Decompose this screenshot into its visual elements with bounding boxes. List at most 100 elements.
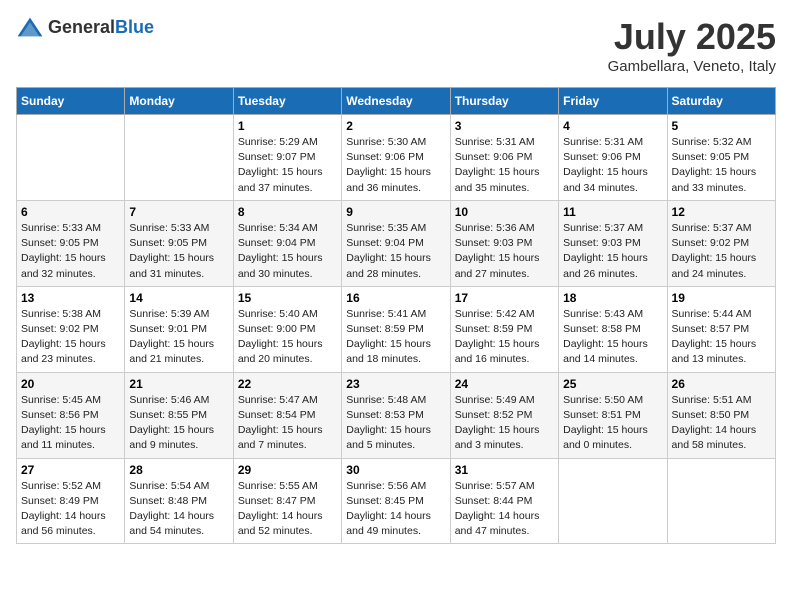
- column-header-thursday: Thursday: [450, 88, 558, 115]
- calendar-cell: 22Sunrise: 5:47 AM Sunset: 8:54 PM Dayli…: [233, 372, 341, 458]
- column-header-monday: Monday: [125, 88, 233, 115]
- calendar-cell: 26 Sunrise: 5:51 AM Sunset: 8:50 PM Dayli…: [667, 372, 775, 458]
- day-number: 12: [672, 205, 771, 219]
- calendar-cell: 7Sunrise: 5:33 AM Sunset: 9:05 PM Daylig…: [125, 200, 233, 286]
- day-detail: Sunrise: 5:32 AM Sunset: 9:05 PM Dayligh…: [672, 135, 771, 196]
- calendar-cell: [667, 458, 775, 544]
- calendar-cell: 18Sunrise: 5:43 AM Sunset: 8:58 PM Dayli…: [559, 286, 667, 372]
- day-number: 10: [455, 205, 554, 219]
- calendar-cell: 19Sunrise: 5:44 AM Sunset: 8:57 PM Dayli…: [667, 286, 775, 372]
- day-detail: Sunrise: 5:54 AM Sunset: 8:48 PM Dayligh…: [129, 479, 228, 540]
- day-detail: Sunrise: 5:43 AM Sunset: 8:58 PM Dayligh…: [563, 307, 662, 368]
- day-detail: Sunrise: 5:57 AM Sunset: 8:44 PM Dayligh…: [455, 479, 554, 540]
- calendar-cell: 21 Sunrise: 5:46 AM Sunset: 8:55 PM Dayli…: [125, 372, 233, 458]
- day-number: 11: [563, 205, 662, 219]
- day-detail: Sunrise: 5:55 AM Sunset: 8:47 PM Dayligh…: [238, 479, 337, 540]
- day-number: 24: [455, 377, 554, 391]
- day-detail: Sunrise: 5:48 AM Sunset: 8:53 PM Dayligh…: [346, 393, 445, 454]
- calendar-cell: 30 Sunrise: 5:56 AM Sunset: 8:45 PM Dayli…: [342, 458, 450, 544]
- logo-icon: [16, 16, 44, 38]
- day-number: 27: [21, 463, 120, 477]
- calendar-cell: 31 Sunrise: 5:57 AM Sunset: 8:44 PM Dayli…: [450, 458, 558, 544]
- calendar-table: SundayMondayTuesdayWednesdayThursdayFrid…: [16, 87, 776, 544]
- column-header-friday: Friday: [559, 88, 667, 115]
- day-detail: Sunrise: 5:35 AM Sunset: 9:04 PM Dayligh…: [346, 221, 445, 282]
- calendar-cell: 13Sunrise: 5:38 AM Sunset: 9:02 PM Dayli…: [17, 286, 125, 372]
- calendar-cell: 23 Sunrise: 5:48 AM Sunset: 8:53 PM Dayli…: [342, 372, 450, 458]
- day-detail: Sunrise: 5:29 AM Sunset: 9:07 PM Dayligh…: [238, 135, 337, 196]
- calendar-cell: 11 Sunrise: 5:37 AM Sunset: 9:03 PM Dayli…: [559, 200, 667, 286]
- calendar-cell: 17Sunrise: 5:42 AM Sunset: 8:59 PM Dayli…: [450, 286, 558, 372]
- day-number: 21: [129, 377, 228, 391]
- calendar-body: 1 Sunrise: 5:29 AM Sunset: 9:07 PM Daylig…: [17, 115, 776, 544]
- logo: GeneralBlue: [16, 16, 154, 38]
- calendar-cell: 10 Sunrise: 5:36 AM Sunset: 9:03 PM Dayli…: [450, 200, 558, 286]
- day-detail: Sunrise: 5:41 AM Sunset: 8:59 PM Dayligh…: [346, 307, 445, 368]
- calendar-cell: 24Sunrise: 5:49 AM Sunset: 8:52 PM Dayli…: [450, 372, 558, 458]
- day-number: 3: [455, 119, 554, 133]
- day-number: 14: [129, 291, 228, 305]
- day-detail: Sunrise: 5:37 AM Sunset: 9:03 PM Dayligh…: [563, 221, 662, 282]
- day-detail: Sunrise: 5:37 AM Sunset: 9:02 PM Dayligh…: [672, 221, 771, 282]
- day-detail: Sunrise: 5:36 AM Sunset: 9:03 PM Dayligh…: [455, 221, 554, 282]
- calendar-cell: 14 Sunrise: 5:39 AM Sunset: 9:01 PM Dayli…: [125, 286, 233, 372]
- day-number: 16: [346, 291, 445, 305]
- column-header-sunday: Sunday: [17, 88, 125, 115]
- calendar-cell: 28 Sunrise: 5:54 AM Sunset: 8:48 PM Dayli…: [125, 458, 233, 544]
- day-number: 9: [346, 205, 445, 219]
- calendar-cell: 1 Sunrise: 5:29 AM Sunset: 9:07 PM Daylig…: [233, 115, 341, 201]
- calendar-cell: 27 Sunrise: 5:52 AM Sunset: 8:49 PM Dayli…: [17, 458, 125, 544]
- calendar-cell: 20Sunrise: 5:45 AM Sunset: 8:56 PM Dayli…: [17, 372, 125, 458]
- day-number: 6: [21, 205, 120, 219]
- calendar-cell: 4Sunrise: 5:31 AM Sunset: 9:06 PM Daylig…: [559, 115, 667, 201]
- calendar-cell: 25Sunrise: 5:50 AM Sunset: 8:51 PM Dayli…: [559, 372, 667, 458]
- day-detail: Sunrise: 5:51 AM Sunset: 8:50 PM Dayligh…: [672, 393, 771, 454]
- column-header-wednesday: Wednesday: [342, 88, 450, 115]
- day-number: 17: [455, 291, 554, 305]
- day-detail: Sunrise: 5:31 AM Sunset: 9:06 PM Dayligh…: [455, 135, 554, 196]
- logo-blue-text: Blue: [115, 17, 154, 37]
- week-row-1: 1 Sunrise: 5:29 AM Sunset: 9:07 PM Daylig…: [17, 115, 776, 201]
- day-number: 8: [238, 205, 337, 219]
- day-detail: Sunrise: 5:50 AM Sunset: 8:51 PM Dayligh…: [563, 393, 662, 454]
- day-number: 4: [563, 119, 662, 133]
- day-number: 1: [238, 119, 337, 133]
- day-detail: Sunrise: 5:30 AM Sunset: 9:06 PM Dayligh…: [346, 135, 445, 196]
- week-row-2: 6Sunrise: 5:33 AM Sunset: 9:05 PM Daylig…: [17, 200, 776, 286]
- calendar-cell: [17, 115, 125, 201]
- day-number: 15: [238, 291, 337, 305]
- calendar-cell: 16 Sunrise: 5:41 AM Sunset: 8:59 PM Dayli…: [342, 286, 450, 372]
- day-number: 23: [346, 377, 445, 391]
- calendar-cell: [125, 115, 233, 201]
- column-header-tuesday: Tuesday: [233, 88, 341, 115]
- day-detail: Sunrise: 5:46 AM Sunset: 8:55 PM Dayligh…: [129, 393, 228, 454]
- title-block: July 2025 Gambellara, Veneto, Italy: [608, 16, 776, 75]
- calendar-cell: 2Sunrise: 5:30 AM Sunset: 9:06 PM Daylig…: [342, 115, 450, 201]
- day-number: 22: [238, 377, 337, 391]
- calendar-cell: 3 Sunrise: 5:31 AM Sunset: 9:06 PM Daylig…: [450, 115, 558, 201]
- week-row-3: 13Sunrise: 5:38 AM Sunset: 9:02 PM Dayli…: [17, 286, 776, 372]
- day-detail: Sunrise: 5:34 AM Sunset: 9:04 PM Dayligh…: [238, 221, 337, 282]
- day-detail: Sunrise: 5:44 AM Sunset: 8:57 PM Dayligh…: [672, 307, 771, 368]
- day-number: 28: [129, 463, 228, 477]
- calendar-cell: 8 Sunrise: 5:34 AM Sunset: 9:04 PM Daylig…: [233, 200, 341, 286]
- day-number: 26: [672, 377, 771, 391]
- day-number: 29: [238, 463, 337, 477]
- day-detail: Sunrise: 5:40 AM Sunset: 9:00 PM Dayligh…: [238, 307, 337, 368]
- day-number: 13: [21, 291, 120, 305]
- week-row-5: 27 Sunrise: 5:52 AM Sunset: 8:49 PM Dayli…: [17, 458, 776, 544]
- day-number: 30: [346, 463, 445, 477]
- location-title: Gambellara, Veneto, Italy: [608, 58, 776, 75]
- column-header-saturday: Saturday: [667, 88, 775, 115]
- calendar-cell: 15 Sunrise: 5:40 AM Sunset: 9:00 PM Dayli…: [233, 286, 341, 372]
- day-number: 31: [455, 463, 554, 477]
- calendar-cell: 5Sunrise: 5:32 AM Sunset: 9:05 PM Daylig…: [667, 115, 775, 201]
- week-row-4: 20Sunrise: 5:45 AM Sunset: 8:56 PM Dayli…: [17, 372, 776, 458]
- calendar-header-row: SundayMondayTuesdayWednesdayThursdayFrid…: [17, 88, 776, 115]
- calendar-cell: [559, 458, 667, 544]
- day-number: 20: [21, 377, 120, 391]
- day-detail: Sunrise: 5:39 AM Sunset: 9:01 PM Dayligh…: [129, 307, 228, 368]
- day-detail: Sunrise: 5:56 AM Sunset: 8:45 PM Dayligh…: [346, 479, 445, 540]
- day-detail: Sunrise: 5:52 AM Sunset: 8:49 PM Dayligh…: [21, 479, 120, 540]
- month-title: July 2025: [608, 16, 776, 58]
